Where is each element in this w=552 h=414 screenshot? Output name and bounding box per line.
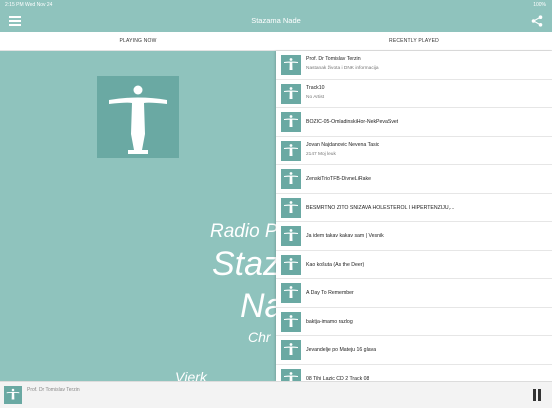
track-title: ZenskiTrioTFB-DivneLiRake <box>306 176 371 182</box>
track-title: Prof. Dr Tomislav Terzin <box>306 56 361 62</box>
player-thumbnail <box>4 386 22 404</box>
home-indicator <box>0 408 552 414</box>
status-battery: 100% <box>533 2 546 8</box>
track-title: Jevandelje po Mateju 16 glava <box>306 347 377 353</box>
track-thumbnail <box>281 140 301 161</box>
track-title: Ja idem takav kakav sam | Vesnik <box>306 233 384 239</box>
recent-track-row[interactable]: BOZIC-05-OmladinskiHor-NekPevaSvet <box>276 108 552 137</box>
station-text-line-5: Vjerk <box>175 369 207 381</box>
status-time: 2:15 PM Wed Nov 24 <box>5 2 53 8</box>
recent-track-row[interactable]: Jovan Najdanovic Nevena Tasic 2147 Moj le… <box>276 137 552 165</box>
recent-track-row[interactable]: 08 Tihi Lazic CD 2 Track 08 <box>276 365 552 381</box>
station-text-line-2: Staz <box>212 245 281 283</box>
christ-statue-icon <box>109 85 167 154</box>
recent-track-row[interactable]: Ja idem takav kakav sam | Vesnik <box>276 222 552 251</box>
track-thumbnail <box>281 169 301 189</box>
recent-track-row[interactable]: BESMRTNO ŽITO SNIŽAVA HOLESTEROL I HIPER… <box>276 194 552 222</box>
track-title: Track10 <box>306 84 325 91</box>
recent-track-row[interactable]: Prof. Dr Tomislav Terzin Nastanak života … <box>276 51 552 80</box>
recent-track-row[interactable]: Jevandelje po Mateju 16 glava <box>276 336 552 365</box>
track-title: baktja-imamo razlog <box>306 318 353 325</box>
track-artist: Nastanak života i DNK informacija <box>306 66 379 71</box>
track-thumbnail <box>281 340 301 360</box>
recent-track-row[interactable]: baktja-imamo razlog <box>276 308 552 336</box>
track-artist: 2147 Moj leuk <box>306 151 336 157</box>
pause-icon[interactable] <box>532 389 542 401</box>
status-bar: 2:15 PM Wed Nov 24 100% <box>0 0 552 10</box>
track-thumbnail <box>281 311 301 332</box>
track-title: Jovan Najdanovic Nevena Tasic <box>306 141 380 148</box>
recent-track-row[interactable]: A Day To Remember <box>276 279 552 308</box>
track-thumbnail <box>281 112 301 132</box>
track-title: A Day To Remember <box>306 290 354 296</box>
station-text-line-1: Radio P <box>210 221 278 242</box>
track-thumbnail <box>281 83 301 104</box>
share-icon[interactable] <box>531 15 543 27</box>
app-bar: Stazama Nade <box>0 10 552 32</box>
recent-track-row[interactable]: Kao košuta (As the Deer) <box>276 251 552 279</box>
tab-bar: PLAYING NOW RECENTLY PLAYED <box>0 32 552 51</box>
track-thumbnail <box>281 254 301 275</box>
track-title: Kao košuta (As the Deer) <box>306 261 365 268</box>
mini-player[interactable]: Prof. Dr Tomislav Terzin <box>0 381 552 408</box>
track-title: BESMRTNO ŽITO SNIŽAVA HOLESTEROL I HIPER… <box>306 204 455 211</box>
track-artist: No Artist <box>306 94 325 100</box>
track-title: BOZIC-05-OmladinskiHor-NekPevaSvet <box>306 119 399 125</box>
station-text-line-4: Chr <box>248 329 271 345</box>
track-thumbnail <box>281 55 301 75</box>
track-thumbnail <box>281 368 301 381</box>
app-title: Stazama Nade <box>251 16 301 25</box>
tab-recently-played[interactable]: RECENTLY PLAYED <box>276 32 552 51</box>
recently-played-list: Prof. Dr Tomislav Terzin Nastanak života … <box>276 51 552 381</box>
station-logo <box>97 76 179 158</box>
recent-track-row[interactable]: Track10 No Artist <box>276 80 552 108</box>
track-thumbnail <box>281 226 301 246</box>
player-title: Prof. Dr Tomislav Terzin <box>27 387 80 393</box>
track-thumbnail <box>281 283 301 303</box>
tab-playing-now[interactable]: PLAYING NOW <box>0 32 276 51</box>
recent-track-row[interactable]: ZenskiTrioTFB-DivneLiRake <box>276 165 552 194</box>
track-thumbnail <box>281 197 301 218</box>
